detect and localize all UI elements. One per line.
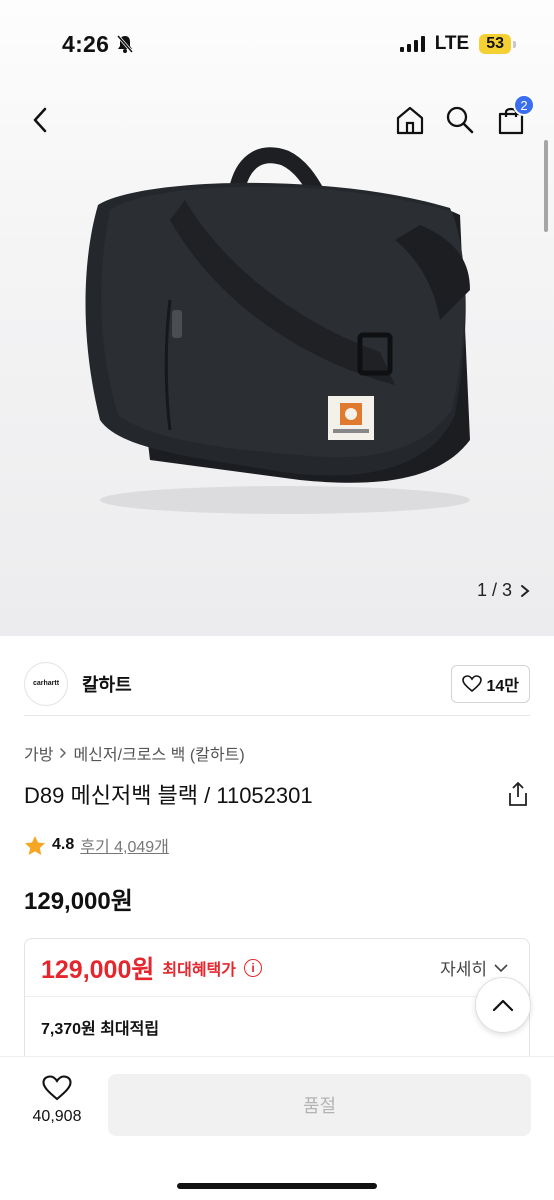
brand-name: 칼하트 [82, 674, 132, 695]
chevron-right-icon [60, 747, 67, 759]
chevron-right-icon [521, 584, 530, 597]
top-navigation: 2 [0, 92, 554, 148]
brand-logo: carhartt [24, 661, 68, 706]
benefit-box: 129,000원 최대혜택가 i 자세히 7,370원 최대적립 [24, 938, 530, 1068]
scroll-indicator [544, 140, 548, 232]
best-price: 129,000원 [41, 955, 155, 984]
home-indicator [177, 1183, 377, 1189]
chevron-left-icon [33, 107, 47, 133]
product-image-gallery[interactable]: 2 1 / 3 [0, 0, 554, 636]
product-title-row: D89 메신저백 블랙 / 11052301 [24, 778, 530, 810]
info-icon[interactable]: i [243, 958, 262, 977]
best-price-label: 최대혜택가 [162, 961, 236, 979]
heart-icon [42, 1075, 72, 1101]
product-price: 129,000원 [24, 888, 133, 915]
signal-icon [399, 36, 425, 52]
rating-score: 4.8 [52, 836, 75, 853]
wishlist-button[interactable]: 40,908 [22, 1075, 92, 1126]
scroll-to-top-button[interactable] [475, 977, 531, 1033]
chevron-up-icon [492, 999, 514, 1012]
status-time: 4:26 [62, 30, 110, 57]
rating-row: 4.8 후기 4,049개 [24, 833, 169, 857]
breadcrumb: 가방 메신저/크로스 백 (칼하트) [24, 741, 245, 765]
brand-row: carhartt 칼하트 14만 [24, 652, 530, 716]
home-icon [396, 106, 424, 135]
battery-icon: 53 [479, 34, 516, 54]
home-button[interactable] [388, 98, 432, 142]
brand-like-count: 14만 [486, 677, 519, 695]
product-title: D89 메신저백 블랙 / 11052301 [24, 783, 313, 808]
back-button[interactable] [18, 98, 62, 142]
share-icon[interactable] [506, 781, 530, 807]
pager-text: 1 / 3 [476, 580, 512, 600]
wish-count: 40,908 [32, 1108, 82, 1125]
review-link[interactable]: 후기 4,049개 [80, 833, 169, 857]
brand-link[interactable]: carhartt 칼하트 [24, 661, 132, 706]
bottom-action-bar: 40,908 품절 [0, 1056, 554, 1200]
soldout-button[interactable]: 품절 [108, 1074, 531, 1136]
cart-button[interactable]: 2 [489, 94, 535, 142]
best-price-row: 129,000원 최대혜택가 i 자세히 [25, 939, 529, 997]
chevron-down-icon [494, 963, 508, 972]
bell-slash-icon [117, 35, 134, 53]
cart-count-badge: 2 [513, 94, 535, 116]
star-icon [25, 835, 45, 855]
max-points: 7,370원 최대적립 [41, 1021, 160, 1038]
battery-level: 53 [479, 34, 511, 54]
gallery-pager[interactable]: 1 / 3 [477, 580, 530, 601]
breadcrumb-category[interactable]: 가방 [24, 741, 53, 765]
brand-like-button[interactable]: 14만 [451, 664, 530, 703]
search-button[interactable] [438, 98, 482, 142]
search-icon [446, 106, 474, 134]
heart-icon [462, 674, 483, 692]
breadcrumb-subcategory[interactable]: 메신저/크로스 백 (칼하트) [73, 741, 244, 765]
network-type: LTE [434, 33, 470, 54]
brand-logo-text: carhartt [32, 680, 60, 687]
status-bar: 4:26 LTE 53 [0, 0, 554, 88]
detail-label: 자세히 [440, 960, 487, 979]
